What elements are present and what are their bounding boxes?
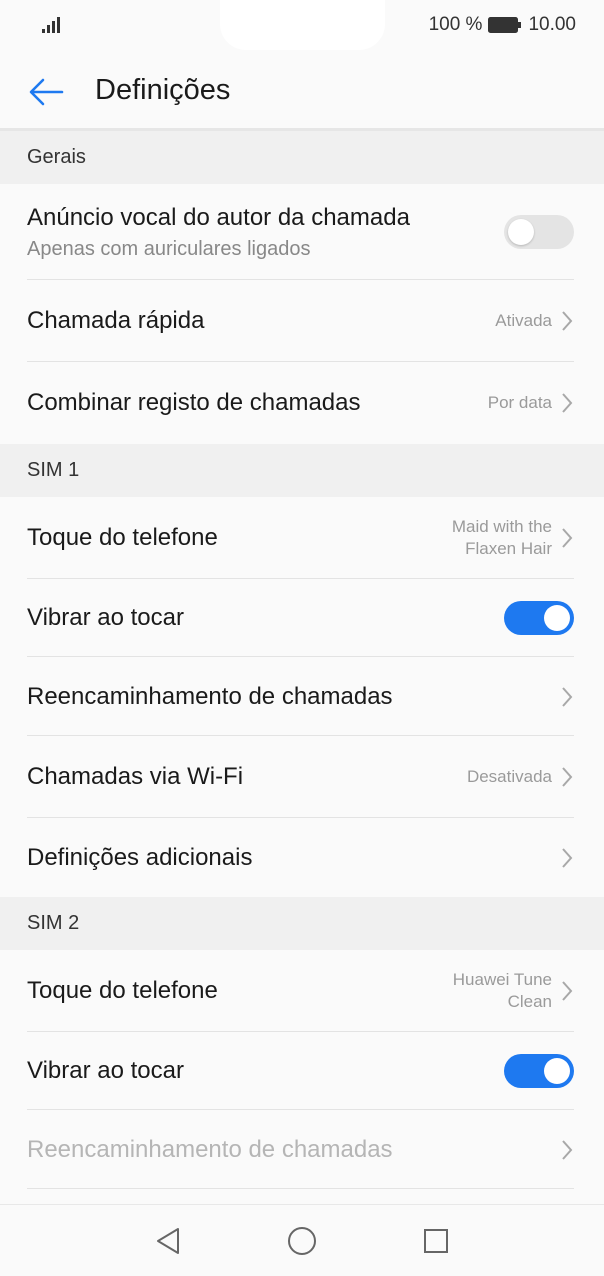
row-text: Anúncio vocal do autor da chamada Apenas… [27,204,504,261]
clock: 10.00 [528,14,576,35]
row-value: Maid with the Flaxen Hair [452,516,552,560]
row-sublabel: Apenas com auriculares ligados [27,237,311,260]
section-header-sim2: SIM 2 [0,897,604,950]
row-label: Toque do telefone [27,524,218,551]
row-sim1-vibrar[interactable]: Vibrar ao tocar [0,579,604,657]
row-text: Chamada rápida [27,307,495,335]
divider [27,1188,574,1189]
row-right: Ativada [495,310,574,332]
status-bar: 100 % 10.00 [0,0,604,54]
row-text: Combinar registo de chamadas [27,389,488,417]
row-label: Chamada rápida [27,307,205,334]
row-text: Vibrar ao tocar [27,1057,504,1085]
row-sim2-toque[interactable]: Toque do telefone Huawei Tune Clean [0,950,604,1032]
row-value-line2: Clean [507,992,552,1011]
row-label: Reencaminhamento de chamadas [27,1135,393,1163]
row-chamada-rapida[interactable]: Chamada rápida Ativada [0,280,604,362]
camera-notch [220,0,385,50]
row-sim1-adicionais[interactable]: Definições adicionais [0,818,604,897]
row-value: Huawei Tune Clean [453,969,552,1013]
row-sim1-wifi[interactable]: Chamadas via Wi-Fi Desativada [0,736,604,818]
section-header-sim1: SIM 1 [0,444,604,497]
row-text: Toque do telefone [27,524,452,552]
row-label: Reencaminhamento de chamadas [27,682,393,710]
row-text: Reencaminhamento de chamadas [27,1136,560,1164]
nav-home-button[interactable] [284,1223,320,1259]
row-label: Chamadas via Wi-Fi [27,763,244,790]
sim1-vibrar-toggle[interactable] [504,601,574,635]
chevron-right-icon [562,686,573,707]
status-right-group: 100 % 10.00 [429,14,576,36]
chevron-right-icon [562,767,573,787]
navigation-bar [0,1204,604,1276]
settings-list: Gerais Anúncio vocal do autor da chamada… [0,131,604,1204]
row-sim1-toque[interactable]: Toque do telefone Maid with the Flaxen H… [0,497,604,579]
sim2-vibrar-toggle[interactable] [504,1054,574,1088]
nav-recents-button[interactable] [418,1223,454,1259]
phone-screen: 100 % 10.00 Definições Gerais Anúncio vo… [0,0,604,1276]
row-text: Vibrar ao tocar [27,604,504,632]
battery-icon [488,17,522,33]
row-value: Desativada [466,767,552,786]
row-text: Reencaminhamento de chamadas [27,683,560,711]
row-right [560,686,574,708]
row-right: Huawei Tune Clean [453,969,574,1013]
square-recents-icon [424,1229,448,1253]
chevron-right-icon [562,393,573,413]
row-right: Por data [488,392,574,414]
row-value: Ativada [495,311,552,330]
row-right [560,1139,574,1161]
row-right: Maid with the Flaxen Hair [452,516,574,560]
battery-percent: 100 % [428,14,483,35]
toggle-knob [544,605,570,631]
row-anuncio-vocal[interactable]: Anúncio vocal do autor da chamada Apenas… [0,184,604,280]
row-label: Definições adicionais [27,843,253,871]
row-sim2-vibrar[interactable]: Vibrar ao tocar [0,1032,604,1110]
row-combinar-registo[interactable]: Combinar registo de chamadas Por data [0,362,604,444]
back-button[interactable] [24,72,68,112]
app-header: Definições [0,54,604,131]
chevron-right-icon [562,528,573,548]
row-sim2-reencaminhamento: Reencaminhamento de chamadas [0,1110,604,1189]
toggle-knob [544,1058,570,1084]
row-text: Chamadas via Wi-Fi [27,763,467,791]
page-title: Definições [95,74,231,106]
signal-strength-icon [42,17,60,33]
triangle-back-icon [157,1228,179,1254]
row-sim1-reencaminhamento[interactable]: Reencaminhamento de chamadas [0,657,604,736]
row-value-line1: Huawei Tune [452,970,552,989]
row-text: Definições adicionais [27,844,560,872]
row-value-line2: Flaxen Hair [465,539,552,558]
nav-back-button[interactable] [150,1223,186,1259]
row-label: Vibrar ao tocar [27,1057,184,1084]
toggle-knob [508,219,534,245]
chevron-right-icon [562,1139,573,1160]
row-label: Toque do telefone [27,977,218,1004]
chevron-right-icon [562,847,573,868]
row-right [560,847,574,869]
arrow-left-icon [29,78,64,106]
row-label: Vibrar ao tocar [27,604,184,631]
chevron-right-icon [562,981,573,1001]
anuncio-vocal-toggle[interactable] [504,215,574,249]
row-label: Combinar registo de chamadas [27,389,361,416]
row-value-line1: Maid with the [451,517,552,536]
chevron-right-icon [562,311,573,331]
row-label: Anúncio vocal do autor da chamada [27,203,410,231]
circle-home-icon [288,1227,316,1255]
section-header-gerais: Gerais [0,131,604,184]
row-right: Desativada [467,766,574,788]
row-text: Toque do telefone [27,977,453,1005]
row-value: Por data [487,393,552,412]
